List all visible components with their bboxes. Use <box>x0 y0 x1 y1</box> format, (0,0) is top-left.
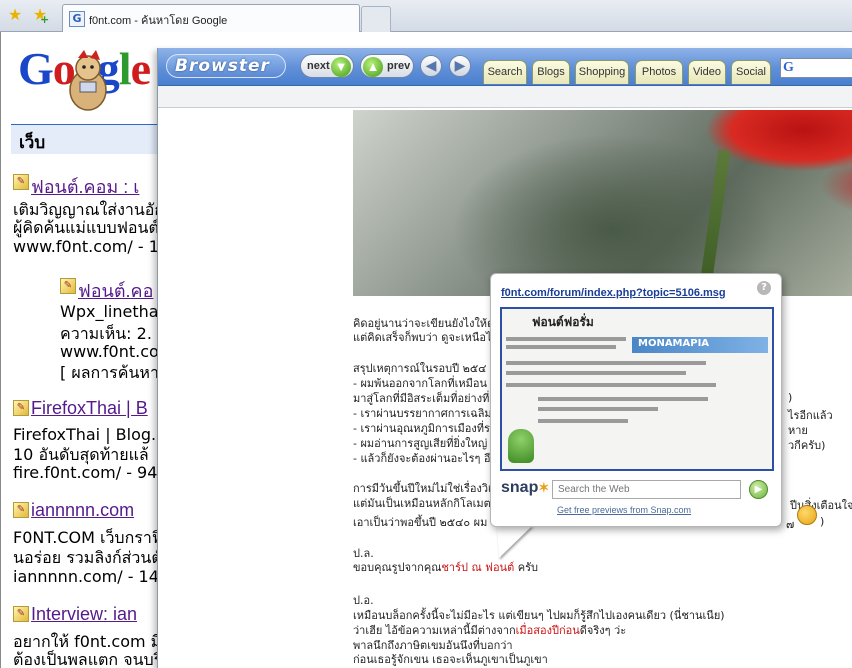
google-g-icon: G <box>783 60 794 75</box>
search-result: ✎ ฟอนต์.คอม : เ <box>13 172 139 201</box>
google-favicon-icon: G <box>69 11 85 27</box>
result-note-icon: ✎ <box>60 278 76 294</box>
result-note-icon: ✎ <box>13 400 29 416</box>
tab-photos[interactable]: Photos <box>635 60 683 84</box>
blog-text-line: - ผมอ่านการสูญเสียที่ยิ่งใหญ่ <box>353 437 488 450</box>
blog-text-line: พาลนึกถึงภาษิตเขมอันนึงที่บอกว่า <box>353 639 513 652</box>
browster-logo: Browster <box>166 54 286 78</box>
browster-toolbar: Browster next ▼ ▲ prev ◀ ▶ Search Blogs … <box>158 48 852 86</box>
web-section-label: เว็บ <box>19 133 46 153</box>
prev-button[interactable]: ▲ prev <box>360 54 414 78</box>
credit-link[interactable]: ชาร์ป ณ ฟอนต์ <box>441 561 514 574</box>
search-result: ✎ ฟอนต์.คอ <box>60 276 153 305</box>
snap-thumbnail[interactable]: ฟอนต์ฟอรั่ม MONAMAPIA <box>500 307 774 471</box>
blog-text-line: คิดอยู่นานว่าจะเขียนยังไงให้ดู <box>353 317 495 330</box>
smiley-icon <box>797 505 817 525</box>
blog-text-fragment: วกีครับ) <box>788 439 826 452</box>
next-label: next <box>307 60 330 72</box>
result-snippet: FirefoxThai | Blog. ... <box>13 425 177 444</box>
blog-text-line: ว่าเฮีย ไอ้ข้อความเหล่านี้มีต่างจากเมื่อ… <box>353 624 627 637</box>
browster-subbar <box>158 86 852 108</box>
thumbnail-title: ฟอนต์ฟอรั่ม <box>532 315 594 329</box>
result-title[interactable]: FirefoxThai | B <box>31 398 148 418</box>
tab-blogs[interactable]: Blogs <box>532 60 570 84</box>
arrow-down-icon: ▼ <box>331 57 351 77</box>
ps-line: ขอบคุณรูปจากคุณชาร์ป ณ ฟอนต์ ครับ <box>353 560 538 575</box>
tab-title: f0nt.com - ค้นหาโดย Google <box>89 15 228 27</box>
snap-search-input[interactable] <box>552 480 741 499</box>
result-snippet: Wpx_linethai_ <box>60 302 171 321</box>
snap-go-button[interactable]: ▶ <box>749 480 768 499</box>
search-result: ✎ Interview: ian <box>13 604 137 625</box>
blog-text-fragment: ) <box>788 391 793 404</box>
result-url: fire.f0nt.com/ - 94k - <box>13 463 178 482</box>
search-result: ✎ iannnnn.com <box>13 500 134 521</box>
google-search-input[interactable]: G <box>780 58 852 78</box>
help-icon[interactable]: ? <box>757 281 771 295</box>
snap-footer-link[interactable]: Get free previews from Snap.com <box>557 505 691 515</box>
browser-tab[interactable]: G f0nt.com - ค้นหาโดย Google <box>62 4 360 32</box>
frog-avatar-icon <box>508 429 534 463</box>
inline-link[interactable]: เมื่อสองปีก่อน <box>516 624 580 637</box>
add-bookmark-icon[interactable]: ★ + <box>31 6 49 27</box>
search-result: ✎ FirefoxThai | B <box>13 398 148 419</box>
result-note-icon: ✎ <box>13 174 29 190</box>
result-note-icon: ✎ <box>13 606 29 622</box>
blog-text-line: แต่มันเป็นเหมือนหลักกิโลเมต <box>353 497 491 510</box>
snap-logo: snap✶ <box>501 479 550 496</box>
blog-text-line: - ผมพ้นออกจากโลกที่เหมือน <box>353 377 488 390</box>
blog-text-line: - แล้วก็ยังจะต้องผ่านอะไรๆ อี <box>353 452 491 465</box>
result-title[interactable]: Interview: ian <box>31 604 137 624</box>
ps-heading: ป.ล. <box>353 547 374 560</box>
bookmark-star-icon[interactable]: ★ <box>6 6 24 24</box>
blog-text-line: การมีวันขึ้นปีใหม่ไม่ใช่เรื่องวิเ <box>353 482 492 495</box>
web-section-bar: เว็บ <box>11 124 161 154</box>
blog-text-line: ก่อนเธอรู้จักเขน เธอจะเห็นภูเขาเป็นภูเขา <box>353 653 548 666</box>
result-title[interactable]: ฟอนต์.คอ <box>78 281 153 301</box>
thumbnail-banner: MONAMAPIA <box>632 337 768 353</box>
tab-strip: ★ ★ + G f0nt.com - ค้นหาโดย Google <box>0 0 852 32</box>
blog-text-line: - เราผ่านอุณหภูมิการเมืองที่ร <box>353 422 490 435</box>
back-arrow-icon[interactable]: ◀ <box>420 55 442 77</box>
blog-text-line: สรุปเหตุการณ์ในรอบปี ๒๕๔ <box>353 362 487 375</box>
result-title[interactable]: ฟอนต์.คอม : เ <box>31 177 139 197</box>
result-url: www.f0nt.com/ - 18k <box>13 237 179 256</box>
blog-text-line: แต่คิดเสร็จก็พบว่า ดูจะเหนือไ <box>353 331 492 344</box>
forward-arrow-icon[interactable]: ▶ <box>449 55 471 77</box>
ps-heading: ป.อ. <box>353 594 374 607</box>
blog-text-fragment: ๗ <box>786 518 795 531</box>
blog-text-line: - เราผ่านบรรยากาศการเฉลิม <box>353 407 492 420</box>
prev-label: prev <box>387 60 411 72</box>
new-tab-button[interactable] <box>361 6 391 32</box>
arrow-up-icon: ▲ <box>363 57 383 77</box>
ps-text: ขอบคุณรูปจากคุณ <box>353 561 442 574</box>
tab-shopping[interactable]: Shopping <box>575 60 629 84</box>
blog-text-fragment: ) <box>820 515 825 528</box>
result-title[interactable]: iannnnn.com <box>31 500 134 520</box>
next-button[interactable]: next ▼ <box>300 54 354 78</box>
snap-popup-tail <box>497 525 533 558</box>
rose-photo <box>353 110 852 301</box>
result-note-icon: ✎ <box>13 502 29 518</box>
result-url: iannnnn.com/ - 14k - <box>13 567 180 586</box>
blog-text-line: มาสู่โลกที่มีอิสระเต็มที่อย่างที่ <box>353 392 490 405</box>
tab-social[interactable]: Social <box>731 60 771 84</box>
tab-search[interactable]: Search <box>483 60 527 84</box>
result-snippet: ต้องเป็นพลแตก จนบริษั <box>13 650 173 668</box>
more-results-link[interactable]: [ ผลการค้นหาเ <box>60 361 164 386</box>
blog-text-line: เอาเป็นว่าพอขึ้นปี ๒๕๔๐ ผม <box>353 516 488 529</box>
holiday-mascot-icon <box>69 50 107 111</box>
snap-preview-url[interactable]: f0nt.com/forum/index.php?topic=5106.msg <box>501 287 726 299</box>
blog-text-line: เหมือนบล็อกครั้งนี้จะไม่มีอะไร แต่เขียนๆ… <box>353 609 725 622</box>
ps-text: ครับ <box>514 561 538 574</box>
tab-video[interactable]: Video <box>688 60 726 84</box>
snap-preview-popup: f0nt.com/forum/index.php?topic=5106.msg … <box>490 273 782 527</box>
